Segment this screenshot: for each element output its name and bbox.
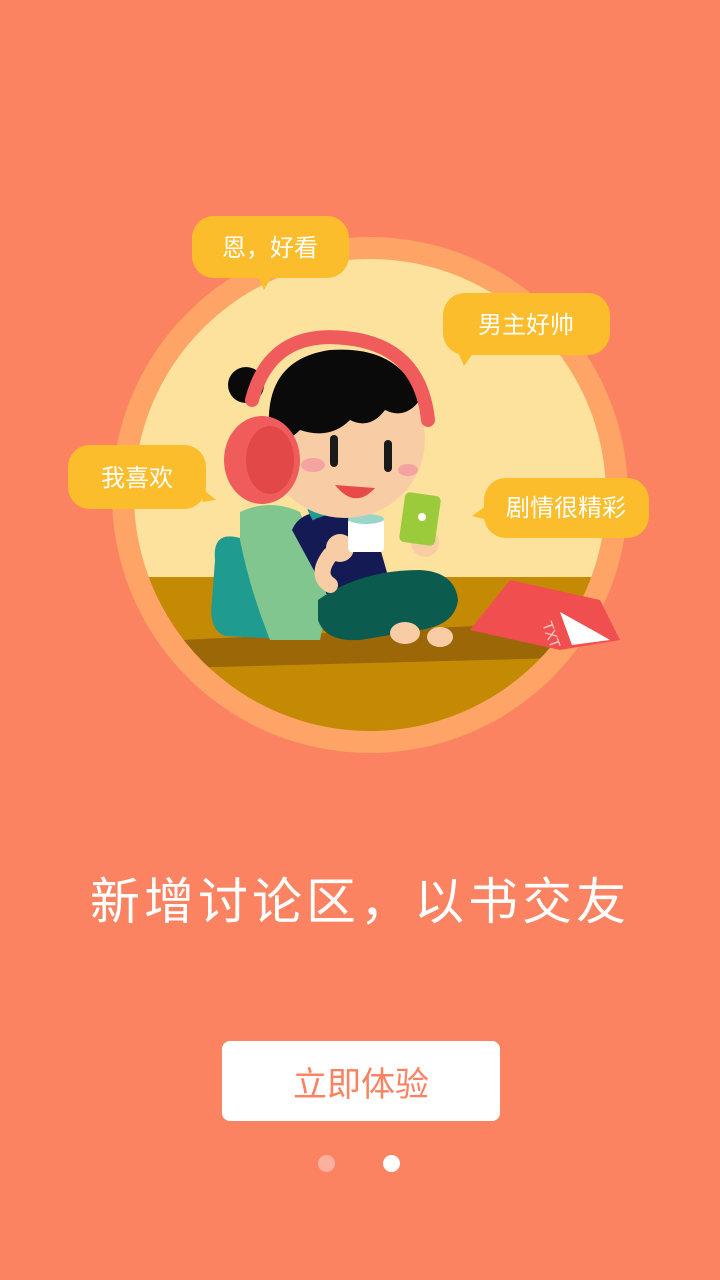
page-indicator-dot-1[interactable] [318, 1155, 335, 1172]
bubble-right: 剧情很精彩 [472, 478, 649, 538]
try-now-button[interactable]: 立即体验 [222, 1041, 500, 1121]
feature-headline: 新增讨论区，以书交友 [90, 873, 630, 931]
bubble-left: 我喜欢 [68, 445, 216, 509]
bubble-right-text: 剧情很精彩 [506, 494, 626, 522]
bubble-left-text: 我喜欢 [101, 464, 173, 492]
page-indicator-dot-2-active[interactable] [383, 1155, 400, 1172]
reading-illustration: TXT 恩，好看 男主好帅 我喜欢 剧情很精彩 [68, 216, 649, 753]
bubble-top-text: 恩，好看 [222, 234, 318, 262]
bubble-right-top-text: 男主好帅 [478, 311, 574, 339]
